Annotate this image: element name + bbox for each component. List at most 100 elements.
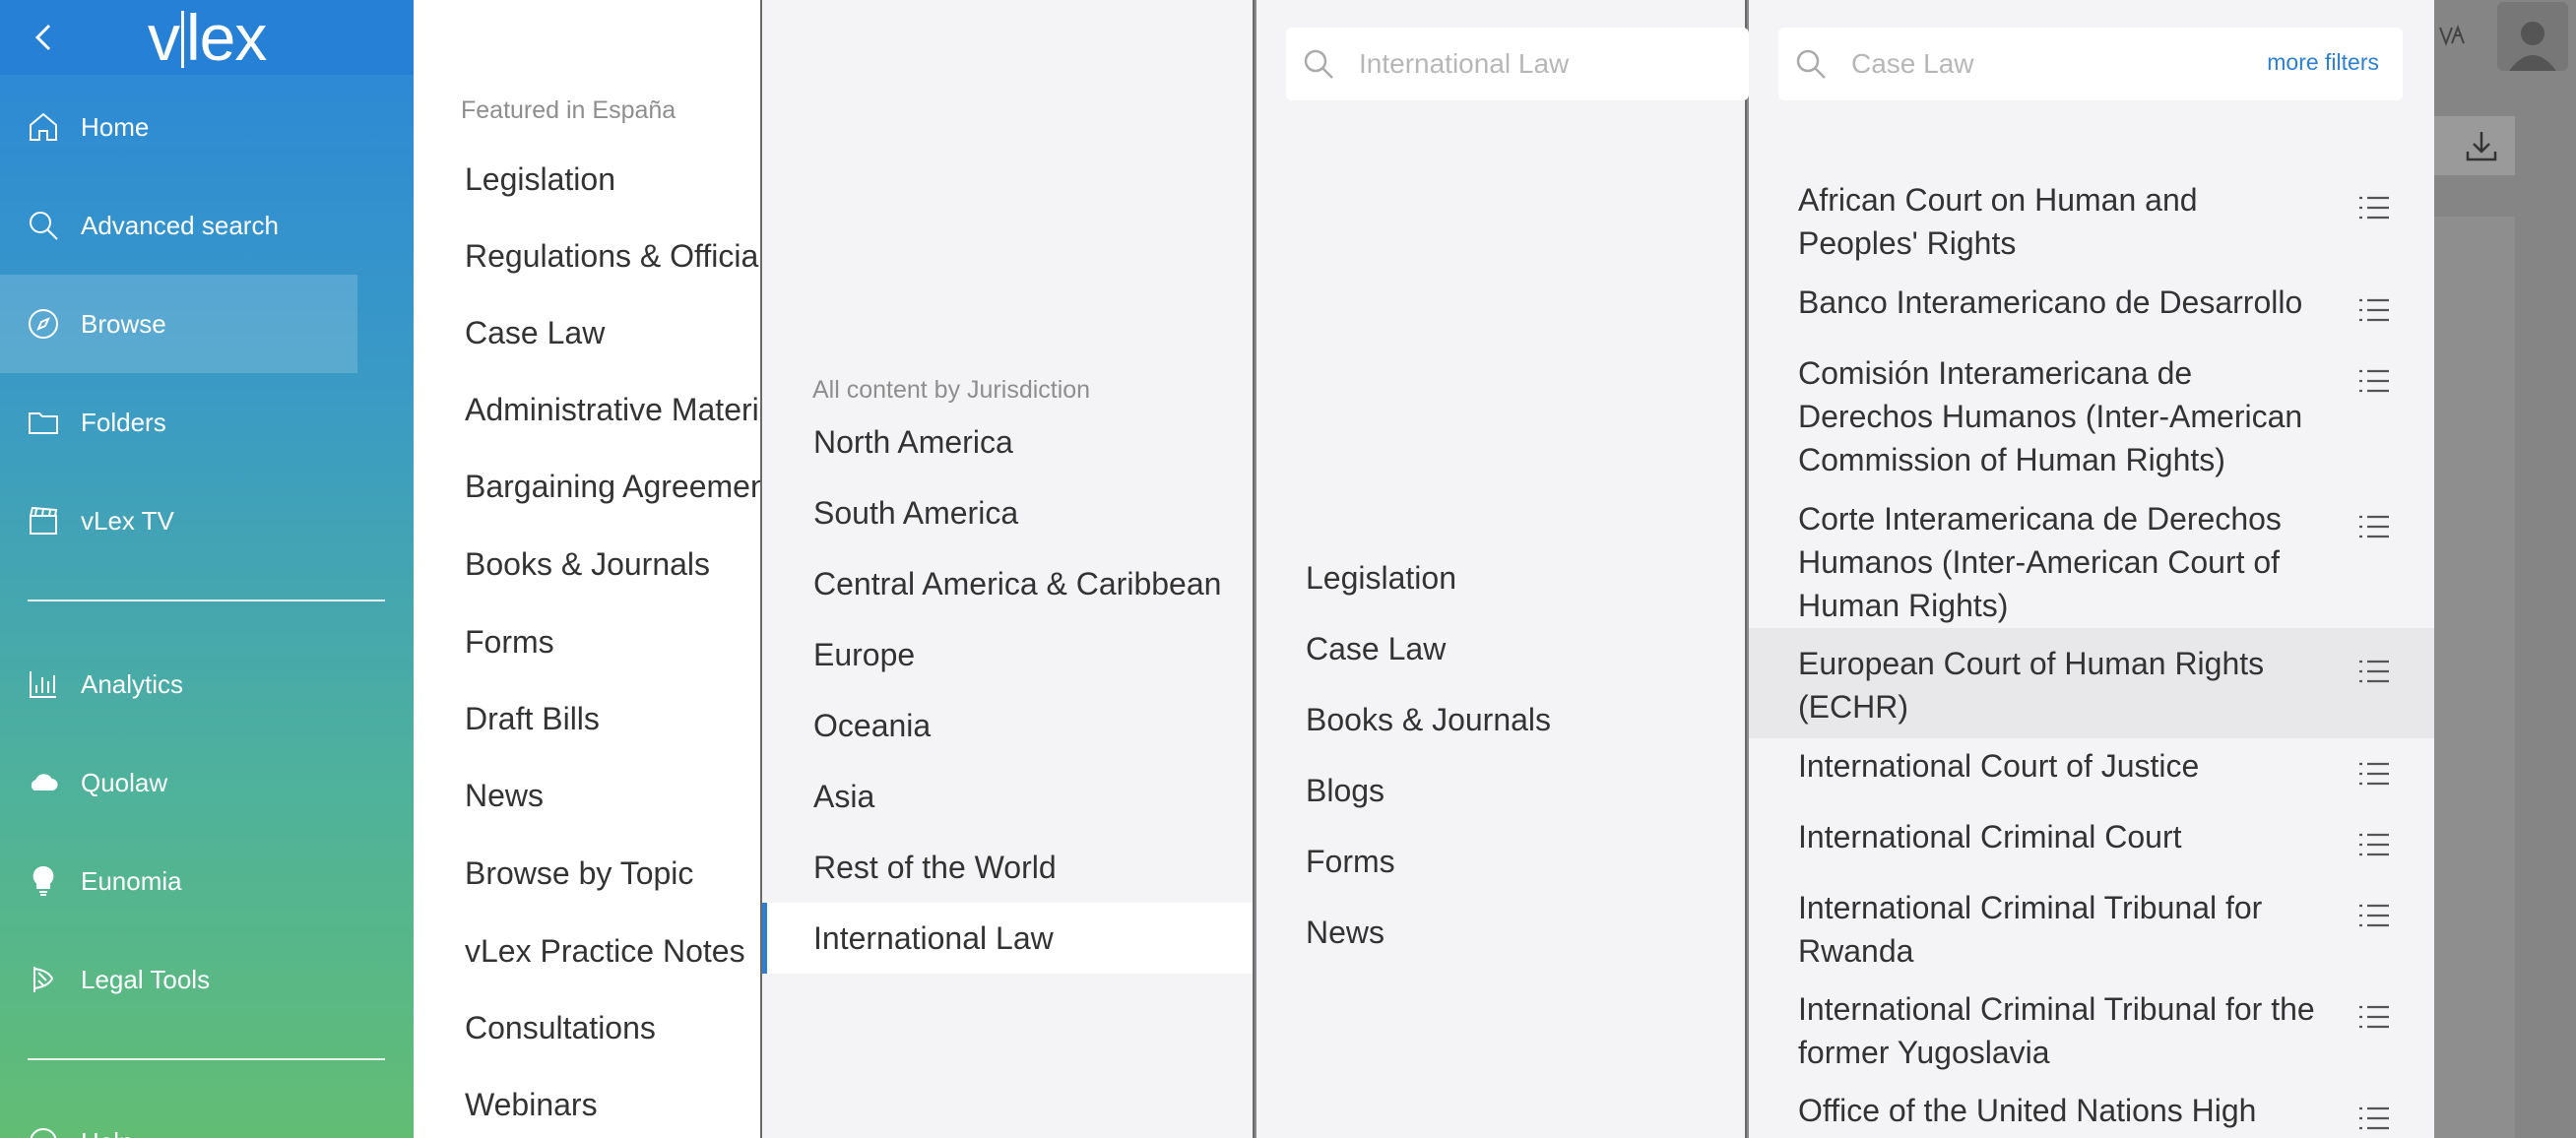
jurisdiction-item-south-america[interactable]: South America xyxy=(762,477,1253,548)
bar-chart-icon xyxy=(26,666,61,702)
sidebar-item-analytics[interactable]: Analytics xyxy=(0,635,357,733)
sidebar-item-help[interactable]: Help xyxy=(0,1093,357,1138)
search-icon xyxy=(1302,47,1335,81)
case-law-search-input[interactable] xyxy=(1851,48,2225,80)
content-item-forms[interactable]: Forms xyxy=(1306,844,1395,880)
sidebar-item-label: Home xyxy=(81,111,150,142)
content-item-legislation[interactable]: Legislation xyxy=(1306,560,1456,597)
court-item[interactable]: International Criminal Court xyxy=(1749,815,2434,858)
court-item[interactable]: International Criminal Tribunal for the … xyxy=(1749,987,2434,1074)
background-document xyxy=(2434,217,2515,1138)
court-name: Comisión Interamericana de Derechos Huma… xyxy=(1798,355,2303,477)
court-item[interactable]: International Criminal Tribunal for Rwan… xyxy=(1749,886,2434,973)
featured-item-browse-by-topic[interactable]: Browse by Topic xyxy=(465,855,693,892)
jurisdiction-item-asia[interactable]: Asia xyxy=(762,761,1253,832)
court-item[interactable]: Office of the United Nations High xyxy=(1749,1089,2434,1132)
court-name: European Court of Human Rights (ECHR) xyxy=(1798,646,2265,725)
court-name: Office of the United Nations High xyxy=(1798,1093,2257,1128)
list-icon[interactable] xyxy=(2357,896,2391,927)
sidebar-item-eunomia[interactable]: Eunomia xyxy=(0,832,357,930)
sidebar-item-label: Folders xyxy=(81,407,166,437)
section-label: Featured in España xyxy=(461,96,676,124)
list-icon[interactable] xyxy=(2357,188,2391,220)
list-icon[interactable] xyxy=(2357,1099,2391,1130)
list-icon[interactable] xyxy=(2357,997,2391,1029)
content-item-news[interactable]: News xyxy=(1306,915,1385,951)
sidebar-item-quolaw[interactable]: Quolaw xyxy=(0,733,357,832)
sidebar-item-label: vLex TV xyxy=(81,505,174,536)
featured-item-books-journals[interactable]: Books & Journals xyxy=(465,546,710,583)
sidebar-header: v lex xyxy=(0,0,414,75)
more-filters-link[interactable]: more filters xyxy=(2267,49,2379,76)
court-item[interactable]: Corte Interamericana de Derechos Humanos… xyxy=(1749,497,2434,627)
jurisdiction-item-europe[interactable]: Europe xyxy=(762,619,1253,690)
content-type-search[interactable] xyxy=(1286,28,1749,100)
jurisdiction-item-central-america[interactable]: Central America & Caribbean xyxy=(762,548,1253,619)
content-type-panel: Legislation Case Law Books & Journals Bl… xyxy=(1256,0,1749,1138)
help-icon xyxy=(26,1124,61,1138)
list-icon[interactable] xyxy=(2357,754,2391,786)
list-icon[interactable] xyxy=(2357,290,2391,322)
featured-item-case-law[interactable]: Case Law xyxy=(465,315,605,351)
featured-item-consultations[interactable]: Consultations xyxy=(465,1010,656,1046)
list-icon[interactable] xyxy=(2357,507,2391,538)
court-name: International Court of Justice xyxy=(1798,748,2200,784)
sidebar-item-legal-tools[interactable]: Legal Tools xyxy=(0,930,357,1029)
court-item[interactable]: European Court of Human Rights (ECHR) xyxy=(1749,628,2434,738)
court-item[interactable]: African Court on Human and Peoples' Righ… xyxy=(1749,178,2434,265)
sidebar-item-home[interactable]: Home xyxy=(0,78,357,176)
featured-item-draft-bills[interactable]: Draft Bills xyxy=(465,701,600,737)
avatar[interactable] xyxy=(2497,2,2568,71)
sidebar-item-label: Quolaw xyxy=(81,767,168,797)
court-name: African Court on Human and Peoples' Righ… xyxy=(1798,182,2198,261)
sidebar-item-advanced-search[interactable]: Advanced search xyxy=(0,176,357,275)
search-icon xyxy=(26,208,61,243)
jurisdiction-item-oceania[interactable]: Oceania xyxy=(762,690,1253,761)
list-icon[interactable] xyxy=(2357,361,2391,393)
sidebar-item-label: Browse xyxy=(81,308,166,339)
sidebar-item-label: Eunomia xyxy=(81,865,182,896)
featured-item-forms[interactable]: Forms xyxy=(465,624,554,661)
cloud-icon xyxy=(26,765,61,800)
list-icon[interactable] xyxy=(2357,825,2391,856)
home-icon xyxy=(26,109,61,145)
sidebar-item-browse[interactable]: Browse xyxy=(0,275,357,373)
sidebar-item-label: Legal Tools xyxy=(81,964,211,994)
list-icon[interactable] xyxy=(2357,652,2391,683)
download-icon[interactable] xyxy=(2462,126,2501,165)
sidebar-item-folders[interactable]: Folders xyxy=(0,373,357,472)
folder-icon xyxy=(26,405,61,440)
featured-item-news[interactable]: News xyxy=(465,778,544,814)
jurisdiction-item-rest-of-world[interactable]: Rest of the World xyxy=(762,832,1253,903)
sidebar-item-label: Advanced search xyxy=(81,210,279,240)
sidebar-item-label: Help xyxy=(81,1127,133,1138)
featured-item-legislation[interactable]: Legislation xyxy=(465,161,615,198)
jurisdiction-item-international-law[interactable]: International Law xyxy=(762,903,1253,974)
content-item-blogs[interactable]: Blogs xyxy=(1306,773,1385,809)
featured-item-regulations[interactable]: Regulations & Official xyxy=(465,238,760,275)
content-type-search-input[interactable] xyxy=(1359,48,1713,80)
featured-item-administrative[interactable]: Administrative Material xyxy=(465,392,760,428)
compare-icon[interactable] xyxy=(2436,20,2468,51)
case-law-search[interactable]: more filters xyxy=(1778,28,2403,100)
courts-panel: more filters African Court on Human and … xyxy=(1749,0,2434,1138)
back-arrow-icon[interactable] xyxy=(28,20,63,55)
court-name: International Criminal Tribunal for the … xyxy=(1798,991,2315,1070)
jurisdiction-item-north-america[interactable]: North America xyxy=(762,407,1253,477)
lightbulb-icon xyxy=(26,863,61,899)
sidebar-item-label: Analytics xyxy=(81,668,184,699)
featured-item-bargaining[interactable]: Bargaining Agreements xyxy=(465,469,760,505)
vlex-logo[interactable]: v lex xyxy=(148,2,267,73)
sidebar-divider xyxy=(28,600,385,601)
clapperboard-icon xyxy=(26,503,61,538)
featured-panel: Featured in España Legislation Regulatio… xyxy=(414,0,762,1138)
content-item-books-journals[interactable]: Books & Journals xyxy=(1306,702,1551,738)
featured-item-practice-notes[interactable]: vLex Practice Notes xyxy=(465,933,745,970)
court-item[interactable]: International Court of Justice xyxy=(1749,744,2434,788)
court-item[interactable]: Comisión Interamericana de Derechos Huma… xyxy=(1749,351,2434,481)
sidebar-item-vlex-tv[interactable]: vLex TV xyxy=(0,472,357,570)
court-item[interactable]: Banco Interamericano de Desarrollo xyxy=(1749,281,2434,324)
compass-icon xyxy=(26,306,61,342)
content-item-case-law[interactable]: Case Law xyxy=(1306,631,1446,667)
featured-item-webinars[interactable]: Webinars xyxy=(465,1087,598,1123)
